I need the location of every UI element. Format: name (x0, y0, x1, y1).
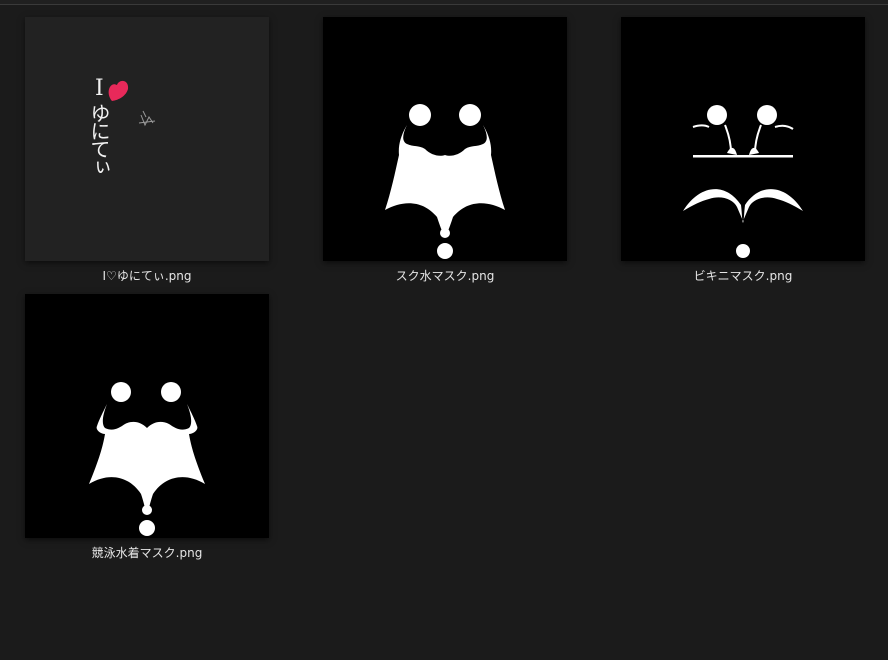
thumb-vertical-text: ゆにてぃ (87, 103, 111, 175)
bikini-mask-shape (683, 105, 803, 258)
file-tile[interactable]: スク水マスク.png (323, 17, 567, 284)
file-thumbnail[interactable] (621, 17, 865, 261)
file-name[interactable]: スク水マスク.png (323, 268, 567, 284)
file-name[interactable]: I♡ゆにてぃ.png (25, 268, 269, 284)
file-tile[interactable]: ビキニマスク.png (621, 17, 865, 284)
file-thumbnail[interactable] (25, 294, 269, 538)
file-thumbnail[interactable] (323, 17, 567, 261)
sketch-mark (138, 110, 156, 127)
file-tile[interactable]: I ゆにてぃ I♡ゆにてぃ.png (25, 17, 269, 284)
heart-icon (108, 80, 129, 101)
swimsuit-mask-shape (385, 104, 505, 259)
file-tile[interactable]: 競泳水着マスク.png (25, 294, 269, 561)
file-grid: I ゆにてぃ I♡ゆにてぃ.png スク水マスク.png ビキニマスク.png … (0, 0, 888, 660)
file-name[interactable]: 競泳水着マスク.png (25, 545, 269, 561)
file-name[interactable]: ビキニマスク.png (621, 268, 865, 284)
thumb-letter: I (95, 76, 104, 101)
competition-swimsuit-mask-shape (89, 382, 205, 536)
file-thumbnail[interactable]: I ゆにてぃ (25, 17, 269, 261)
